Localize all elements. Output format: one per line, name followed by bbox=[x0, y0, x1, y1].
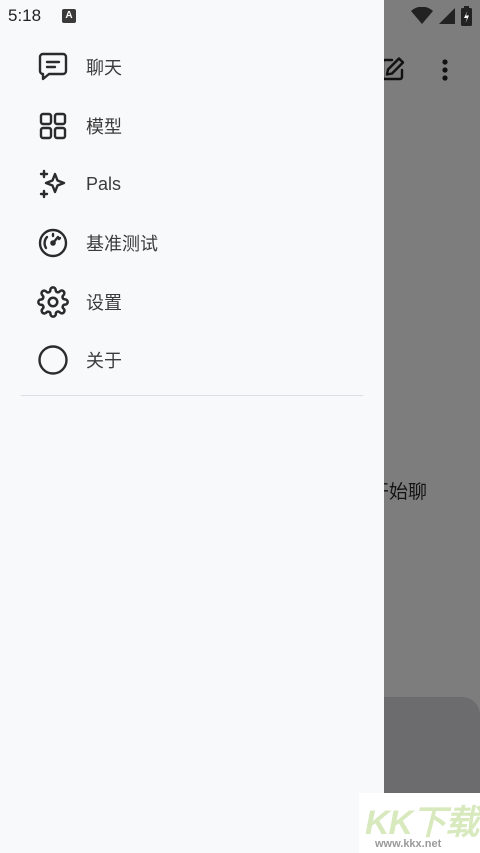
drawer-item-chat[interactable]: 聊天 bbox=[0, 38, 384, 97]
drawer-item-label: 基准测试 bbox=[86, 234, 158, 255]
drawer-item-benchmark[interactable]: 基准测试 bbox=[0, 214, 384, 273]
drawer-item-label: 聊天 bbox=[86, 58, 122, 79]
circle-icon bbox=[37, 344, 69, 376]
drawer-item-label: 模型 bbox=[86, 116, 122, 137]
drawer-item-settings[interactable]: 设置 bbox=[0, 272, 384, 331]
watermark: KK下载 www.kkx.net bbox=[359, 793, 480, 853]
notification-app-icon: A bbox=[62, 9, 76, 23]
drawer-item-about[interactable]: 关于 bbox=[0, 331, 384, 390]
wifi-icon bbox=[411, 6, 433, 30]
watermark-url: www.kkx.net bbox=[375, 838, 442, 850]
grid-icon bbox=[37, 110, 69, 142]
drawer-item-label: Pals bbox=[86, 173, 122, 194]
cell-signal-icon bbox=[439, 7, 455, 30]
drawer-divider bbox=[21, 395, 363, 396]
drawer-item-label: 关于 bbox=[86, 351, 122, 372]
battery-icon bbox=[461, 6, 472, 31]
status-time: 5:18 bbox=[8, 6, 42, 25]
status-icons bbox=[411, 6, 472, 31]
sparkles-icon bbox=[37, 168, 69, 200]
drawer-nav-list: 聊天 模型 Pals 基准测试 设置 关于 bbox=[0, 38, 384, 390]
speedometer-icon bbox=[37, 227, 69, 259]
drawer-item-models[interactable]: 模型 bbox=[0, 97, 384, 156]
navigation-drawer: 聊天 模型 Pals 基准测试 设置 关于 bbox=[0, 0, 384, 853]
drawer-item-label: 设置 bbox=[86, 292, 122, 313]
gear-icon bbox=[37, 285, 69, 318]
drawer-item-pals[interactable]: Pals bbox=[0, 155, 384, 214]
watermark-logo: KK下载 bbox=[365, 804, 479, 842]
chat-icon bbox=[37, 51, 69, 83]
status-bar: 5:18 A bbox=[0, 0, 480, 32]
